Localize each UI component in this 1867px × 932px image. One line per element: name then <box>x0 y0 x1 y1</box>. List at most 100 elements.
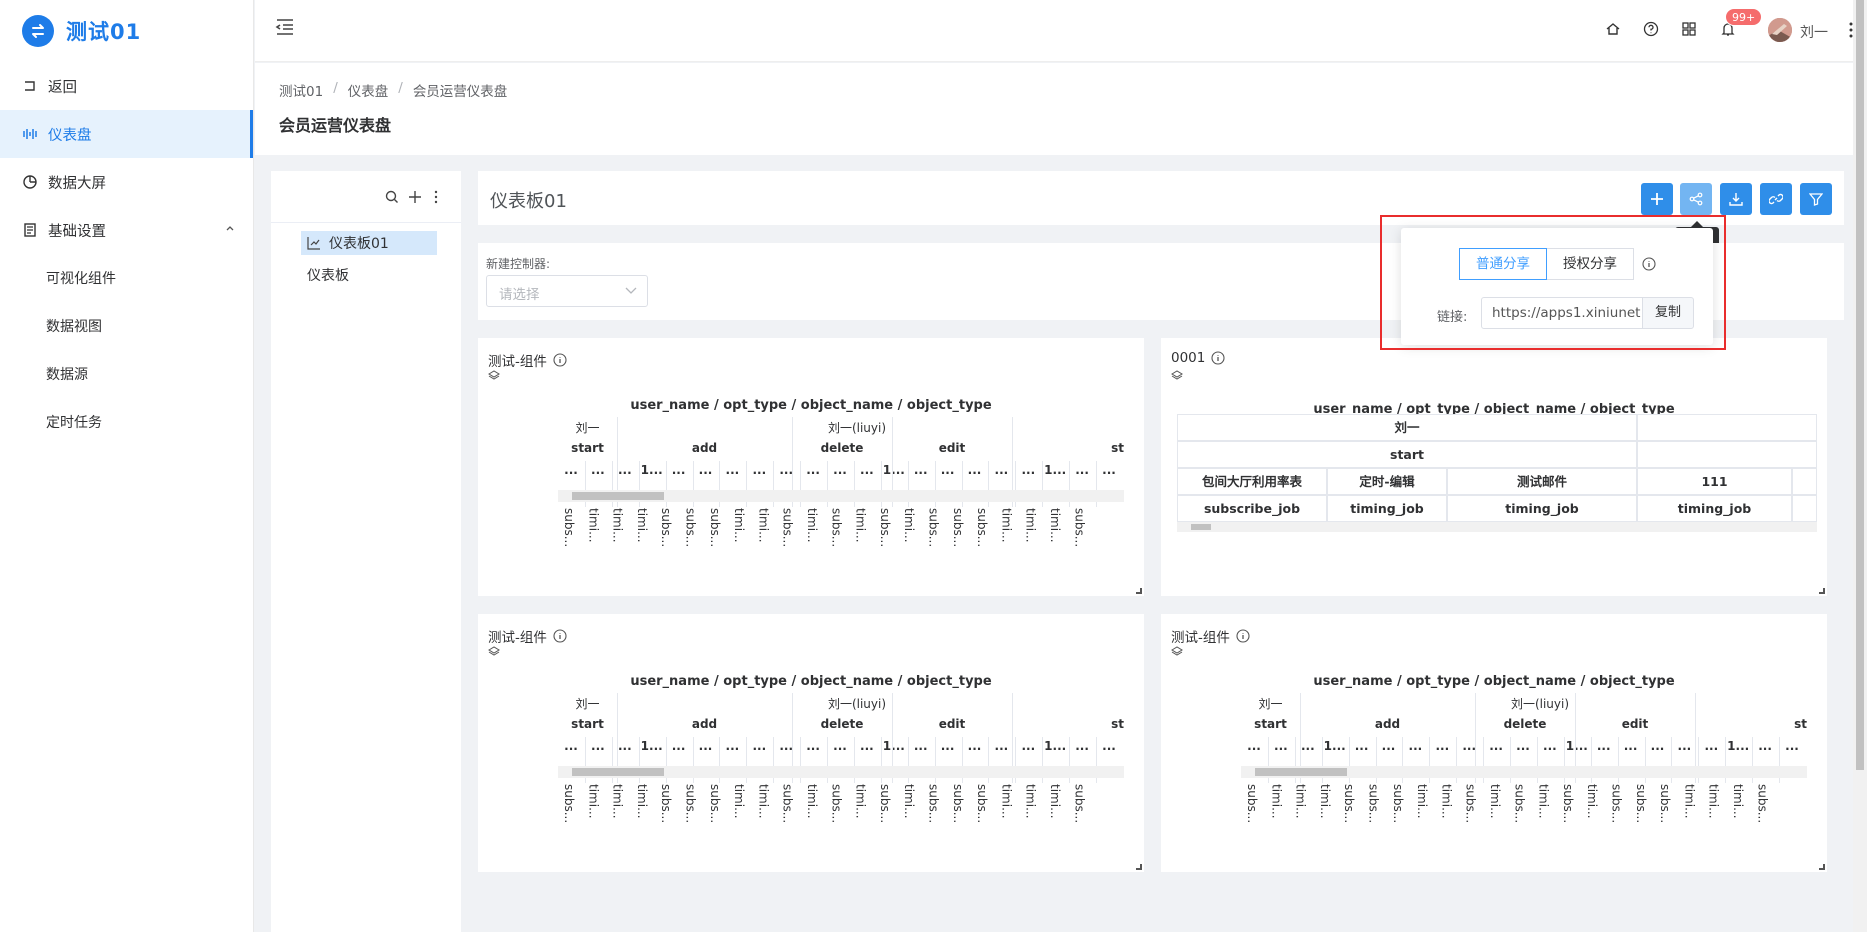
pivot-row-label: timi... <box>805 784 819 819</box>
info-icon[interactable] <box>1211 351 1225 365</box>
controller-select[interactable]: 请选择 <box>486 275 648 307</box>
breadcrumb-item[interactable]: 测试01 <box>279 80 323 100</box>
scrollbar-thumb[interactable] <box>1191 524 1211 530</box>
info-icon[interactable] <box>1236 629 1250 643</box>
page-scrollbar[interactable] <box>1853 0 1867 932</box>
plus-icon <box>1651 193 1663 205</box>
sidebar-subitem-dataview[interactable]: 数据视图 <box>0 302 253 350</box>
pivot-row-label: subs... <box>877 784 892 824</box>
horizontal-scrollbar[interactable] <box>1177 522 1817 532</box>
home-icon[interactable] <box>1605 21 1621 37</box>
grid-header-cell: 刘一 <box>1177 414 1637 441</box>
horizontal-scrollbar[interactable] <box>558 490 1124 502</box>
resize-handle[interactable] <box>1819 588 1825 594</box>
pivot-cell: ... <box>564 739 578 753</box>
breadcrumb-separator: / <box>398 80 403 96</box>
pivot-cell: ... <box>779 463 794 477</box>
card-title-text: 测试-组件 <box>488 630 547 646</box>
grid-cell: timing_job <box>1327 495 1447 522</box>
pivot-cell: ... <box>1596 739 1611 753</box>
pivot-header-cell: delete <box>820 717 864 731</box>
pivot-header-cell: add <box>1374 717 1401 731</box>
app-logo[interactable]: 测试01 <box>0 0 253 62</box>
sidebar-item-datascreen[interactable]: 数据大屏 <box>0 158 253 206</box>
pivot-cell: ... <box>913 463 928 477</box>
pivot-row-label: timi... <box>634 508 649 543</box>
subitem-label: 数据视图 <box>46 319 102 335</box>
pivot-cell: ... <box>1075 463 1089 477</box>
info-icon[interactable] <box>553 629 567 643</box>
scrollbar-thumb[interactable] <box>572 492 664 500</box>
pivot-row-label: subs... <box>1463 784 1478 824</box>
tree-node-dashboard[interactable]: 仪表板 <box>301 263 359 287</box>
resize-handle[interactable] <box>1136 588 1142 594</box>
pivot-cell: ... <box>860 463 874 477</box>
pivot-header-cell: st <box>1111 441 1124 455</box>
apps-grid-icon[interactable] <box>1681 21 1697 37</box>
add-icon[interactable] <box>408 190 422 204</box>
pivot-row-label: subs... <box>1072 784 1087 824</box>
more-vertical-icon[interactable] <box>434 190 438 204</box>
share-button[interactable] <box>1680 183 1712 215</box>
pivot-cell: ... <box>994 463 1009 477</box>
link-button[interactable] <box>1760 183 1792 215</box>
sidebar-item-back[interactable]: 返回 <box>0 62 253 110</box>
pivot-header-cell: delete <box>1503 717 1547 731</box>
highlight-box <box>1380 215 1726 350</box>
grid-cell <box>1792 495 1817 522</box>
sidebar-subitem-datasource[interactable]: 数据源 <box>0 350 253 398</box>
pivot-row-label: subs... <box>707 508 722 548</box>
add-component-button[interactable] <box>1641 183 1673 215</box>
tree-node-dashboard01[interactable]: 仪表板01 <box>301 231 437 255</box>
resize-handle[interactable] <box>1136 864 1142 870</box>
pivot-cell: ... <box>591 739 605 753</box>
help-icon[interactable] <box>1643 21 1659 37</box>
pivot-cell: ... <box>1785 739 1799 753</box>
subitem-label: 数据源 <box>46 367 88 383</box>
search-icon[interactable] <box>385 190 399 204</box>
pivot-cell: ... <box>564 463 578 477</box>
sidebar-item-label: 数据大屏 <box>48 175 106 192</box>
pivot-cell: ... <box>1758 739 1772 753</box>
pivot-header-cell: 刘一(liuyi) <box>827 421 887 435</box>
scrollbar-thumb[interactable] <box>1255 768 1347 776</box>
pivot-row-label: subs... <box>1245 784 1259 824</box>
scrollbar-thumb[interactable] <box>572 768 664 776</box>
username[interactable]: 刘一 <box>1800 22 1828 42</box>
sidebar-item-settings[interactable]: 基础设置 <box>0 206 253 254</box>
pivot-header-cell: delete <box>820 441 864 455</box>
pivot-row-label: subs... <box>1072 508 1087 548</box>
pivot-row-label: subs... <box>829 508 844 548</box>
link-icon <box>1769 193 1783 205</box>
info-icon[interactable] <box>553 353 567 367</box>
sidebar: 测试01 返回 仪表盘 数据大屏 基础设置 可视化组件 数据视图 数据源 定时任… <box>0 0 254 932</box>
pivot-cell: ... <box>671 463 686 477</box>
pivot-cell: ... <box>1102 739 1116 753</box>
sidebar-subitem-components[interactable]: 可视化组件 <box>0 254 253 302</box>
pivot-cell: ... <box>1381 739 1396 753</box>
resize-handle[interactable] <box>1819 864 1825 870</box>
pivot-row-label: subs... <box>950 508 965 548</box>
breadcrumb-item[interactable]: 仪表盘 <box>348 80 389 100</box>
pivot-row-label: timi... <box>756 508 771 543</box>
scrollbar-thumb[interactable] <box>1856 0 1864 770</box>
collapse-menu-icon[interactable] <box>275 18 295 36</box>
horizontal-scrollbar[interactable] <box>558 766 1124 778</box>
sidebar-item-dashboard[interactable]: 仪表盘 <box>0 110 253 158</box>
pivot-row-label: timi... <box>902 508 917 543</box>
pivot-row-label: timi... <box>586 508 601 543</box>
pivot-row-label: subs... <box>926 508 941 548</box>
sidebar-subitem-scheduled-tasks[interactable]: 定时任务 <box>0 398 253 446</box>
avatar[interactable] <box>1768 18 1792 42</box>
pivot-cell: ... <box>1543 739 1557 753</box>
sidebar-item-label: 返回 <box>48 79 77 96</box>
layer-icon <box>1171 370 1183 380</box>
pivot-row-label: subs... <box>659 784 674 824</box>
pivot-header-cell: st <box>1111 717 1124 731</box>
download-button[interactable] <box>1720 183 1752 215</box>
pivot-row-labels: subs... timi... timi... timi... subs... subs.… <box>558 782 1124 858</box>
pivot-cell: 1... <box>640 739 663 753</box>
horizontal-scrollbar[interactable] <box>1241 766 1807 778</box>
filter-button[interactable] <box>1800 183 1832 215</box>
tree-node-label: 仪表板01 <box>329 236 389 252</box>
